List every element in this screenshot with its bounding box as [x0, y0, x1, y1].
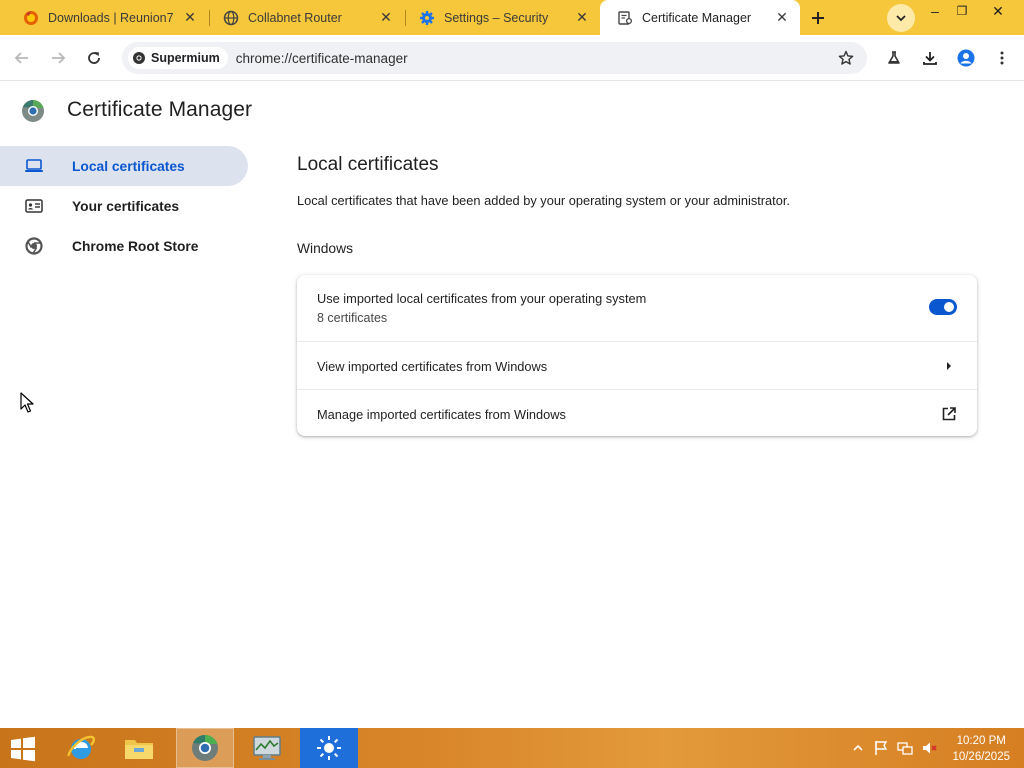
sidebar-item-label: Chrome Root Store — [72, 238, 199, 254]
laptop-icon — [24, 156, 44, 176]
windows-certificates-card: Use imported local certificates from you… — [297, 275, 977, 436]
taskbar-sun-app[interactable] — [300, 728, 358, 768]
close-window-button[interactable]: ✕ — [981, 0, 1015, 22]
taskbar-clock[interactable]: 10:20 PM 10/26/2025 — [952, 733, 1010, 765]
manage-imported-certificates-row[interactable]: Manage imported certificates from Window… — [297, 389, 977, 436]
tab-downloads-reunion7[interactable]: Downloads | Reunion7 ✕ — [0, 0, 208, 35]
tab-settings-security[interactable]: Settings – Security ✕ — [396, 0, 600, 35]
tab-search-button[interactable] — [887, 4, 915, 32]
sidebar-item-label: Your certificates — [72, 198, 180, 214]
taskbar-supermium[interactable] — [176, 728, 234, 768]
page-title: Certificate Manager — [67, 98, 253, 121]
file-explorer-icon — [125, 740, 153, 759]
tab-title: Downloads | Reunion7 — [48, 10, 174, 25]
sidebar-item-label: Local certificates — [72, 158, 185, 174]
close-tab-icon[interactable]: ✕ — [772, 8, 792, 28]
arrow-left-icon — [14, 52, 28, 64]
reload-button[interactable] — [80, 44, 108, 72]
certificate-icon — [616, 9, 634, 27]
arrow-right-icon — [52, 52, 66, 64]
profile-button[interactable] — [952, 44, 980, 72]
internet-explorer-icon — [67, 735, 95, 759]
performance-monitor-icon — [253, 736, 281, 760]
sidebar-item-your-certificates[interactable]: Your certificates — [0, 186, 248, 226]
download-icon — [923, 52, 937, 65]
close-tab-icon[interactable]: ✕ — [376, 8, 396, 28]
row-primary-text: Manage imported certificates from Window… — [317, 407, 566, 422]
windows-taskbar: 10:20 PM 10/26/2025 — [0, 728, 1024, 768]
plus-icon — [812, 12, 824, 24]
kebab-menu-icon — [1000, 51, 1004, 65]
globe-icon — [222, 9, 240, 27]
view-imported-certificates-row[interactable]: View imported certificates from Windows — [297, 341, 977, 389]
url-text[interactable]: chrome://certificate-manager — [236, 51, 408, 66]
chrome-icon — [24, 236, 44, 256]
show-hidden-icons-chevron-icon[interactable] — [850, 740, 866, 756]
new-tab-button[interactable] — [805, 5, 831, 31]
sidebar-item-chrome-root-store[interactable]: Chrome Root Store — [0, 226, 248, 266]
volume-muted-icon[interactable] — [921, 740, 937, 756]
use-imported-certificates-toggle[interactable] — [929, 299, 957, 315]
row-primary-text: View imported certificates from Windows — [317, 359, 548, 374]
tab-certificate-manager[interactable]: Certificate Manager ✕ — [600, 0, 800, 35]
supermium-icon — [132, 51, 146, 65]
profile-avatar-icon — [957, 49, 975, 67]
clock-date: 10/26/2025 — [952, 751, 1010, 763]
arrow-right-icon — [939, 356, 959, 376]
use-imported-certificates-row[interactable]: Use imported local certificates from you… — [297, 275, 977, 341]
close-tab-icon[interactable]: ✕ — [572, 8, 592, 28]
downloads-button[interactable] — [916, 44, 944, 72]
tab-title: Certificate Manager — [642, 10, 752, 25]
network-icon[interactable] — [897, 740, 913, 756]
taskbar-file-explorer[interactable] — [110, 728, 168, 768]
sidebar-item-local-certificates[interactable]: Local certificates — [0, 146, 248, 186]
section-title: Local certificates — [297, 154, 439, 175]
forward-button[interactable] — [44, 44, 72, 72]
open-in-new-icon — [939, 404, 959, 424]
browser-menu-button[interactable] — [988, 44, 1016, 72]
windows-subheading: Windows — [297, 241, 353, 256]
reload-icon — [88, 52, 100, 64]
toggle-knob — [944, 302, 954, 312]
action-center-flag-icon[interactable] — [873, 740, 889, 756]
settings-gear-icon — [418, 9, 436, 27]
tab-title: Settings – Security — [444, 10, 549, 25]
taskbar-internet-explorer[interactable] — [52, 728, 110, 768]
browser-chip-label: Supermium — [151, 51, 220, 65]
taskbar-performance-monitor[interactable] — [238, 728, 296, 768]
tab-strip: Downloads | Reunion7 ✕ Collabnet Router … — [0, 0, 1024, 35]
supermium-icon — [192, 734, 218, 761]
bookmark-star-icon[interactable] — [835, 47, 857, 69]
chevron-down-icon — [896, 15, 906, 22]
certificate-count: 8 certificates — [317, 311, 388, 325]
windows-start-button[interactable] — [8, 736, 38, 762]
firefox-icon — [22, 9, 40, 27]
section-description: Local certificates that have been added … — [297, 193, 790, 208]
id-card-icon — [24, 196, 44, 216]
mouse-cursor-icon — [20, 392, 34, 419]
browser-toolbar: Supermium chrome://certificate-manager — [0, 35, 1024, 81]
row-primary-text: Use imported local certificates from you… — [317, 291, 647, 306]
flask-icon — [888, 51, 900, 64]
labs-button[interactable] — [880, 44, 908, 72]
close-tab-icon[interactable]: ✕ — [180, 8, 200, 28]
sun-app-icon — [317, 736, 341, 760]
address-bar[interactable]: Supermium chrome://certificate-manager — [122, 42, 867, 74]
restore-button[interactable]: ❐ — [945, 0, 979, 22]
tab-title: Collabnet Router — [248, 10, 342, 25]
back-button[interactable] — [8, 44, 36, 72]
site-info-chip[interactable]: Supermium — [128, 47, 228, 69]
clock-time: 10:20 PM — [956, 735, 1006, 747]
tab-collabnet-router[interactable]: Collabnet Router ✕ — [200, 0, 404, 35]
chrome-logo-icon — [21, 99, 45, 123]
